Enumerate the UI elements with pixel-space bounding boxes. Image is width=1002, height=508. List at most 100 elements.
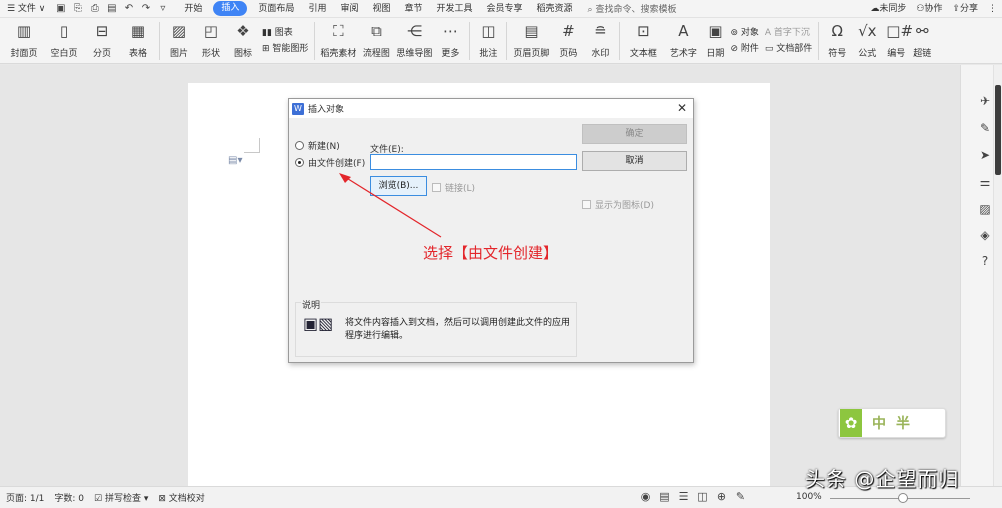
ok-button[interactable]: 确定 (582, 124, 687, 144)
watermark-icon: ≘ (594, 22, 607, 40)
cursor-icon[interactable]: ➤ (977, 147, 993, 163)
numbering-icon: □# (886, 22, 914, 40)
tab-7[interactable]: 开发工具 (430, 0, 480, 18)
save-icon[interactable]: ▣ (52, 3, 69, 14)
formula-button[interactable]: √x 公式 (852, 18, 882, 64)
page-break-button[interactable]: ⊟ 分页 (84, 18, 120, 64)
tab-0[interactable]: 开始 (177, 0, 209, 18)
tab-8[interactable]: 会员专享 (480, 0, 530, 18)
wordart-button[interactable]: A 艺术字 (663, 18, 703, 64)
docpart-icon: ▭ (764, 44, 774, 54)
description-label: 说明 (301, 298, 322, 311)
header-footer-icon: ▤ (524, 22, 539, 40)
tab-6[interactable]: 章节 (397, 0, 429, 18)
blank-page-button[interactable]: ▯ 空白页 (44, 18, 84, 64)
collab-button[interactable]: ⚇协作 (911, 0, 947, 18)
preview-icon[interactable]: ▤ (103, 3, 120, 14)
scrollbar-thumb[interactable] (995, 85, 1001, 175)
docpart-button[interactable]: ▭ 文档部件 (765, 41, 812, 57)
comment-icon: ◫ (481, 22, 496, 40)
shape-button[interactable]: ◰ 形状 (195, 18, 227, 64)
date-button[interactable]: ▣ 日期 (703, 18, 727, 64)
smartart-icon: ⊞ (262, 44, 270, 54)
file-menu[interactable]: ☰ 文件 ∨ (0, 0, 52, 18)
pen-view-icon[interactable]: ✎ (731, 490, 750, 503)
rocket-icon[interactable]: ✈ (977, 93, 993, 109)
comment-button[interactable]: ◫ 批注 (473, 18, 503, 64)
tab-3[interactable]: 引用 (301, 0, 333, 18)
number-button[interactable]: □# 编号 (882, 18, 914, 64)
zoom-slider-knob[interactable] (898, 493, 908, 503)
cover-page-button[interactable]: ▥ 封面页 (4, 18, 44, 64)
page-view-icon[interactable]: ▤ (655, 490, 674, 503)
wps-writer-icon: W (292, 102, 304, 115)
flowchart-button[interactable]: ⧉ 流程图 (358, 18, 394, 64)
tab-5[interactable]: 视图 (365, 0, 397, 18)
read-view-icon[interactable]: ◫ (693, 490, 712, 503)
docer-material-button[interactable]: ⛶ 稻壳素材 (318, 18, 358, 64)
table-button[interactable]: ▦ 表格 (120, 18, 156, 64)
smartart-button[interactable]: ⊞ 智能图形 (262, 41, 308, 57)
tab-1[interactable]: 插入 (213, 1, 248, 16)
word-count[interactable]: 字数: 0 (54, 491, 84, 504)
hyperlink-icon: ⚯ (915, 22, 929, 40)
close-icon[interactable]: ✕ (677, 101, 687, 115)
symbol-button[interactable]: Ω 符号 (822, 18, 852, 64)
customize-icon[interactable]: ▿ (154, 3, 171, 14)
zoom-level[interactable]: 100% (796, 492, 822, 502)
dropcap-icon: A (764, 28, 772, 38)
tab-9[interactable]: 稻壳资源 (530, 0, 580, 18)
pen-icon[interactable]: ✎ (977, 120, 993, 136)
annotation-arrow (339, 173, 442, 238)
tab-4[interactable]: 审阅 (333, 0, 365, 18)
print-icon[interactable]: ⎙ (86, 3, 103, 14)
floating-badge[interactable]: ✿ 中半 (838, 408, 946, 438)
page-number-button[interactable]: # 页码 (552, 18, 584, 64)
more-icon: ⋯ (442, 22, 458, 40)
share-icon: ⇪ (952, 3, 960, 14)
export-icon[interactable]: ⎘ (69, 3, 86, 14)
cancel-button[interactable]: 取消 (582, 151, 687, 171)
divider (314, 22, 316, 60)
undo-icon[interactable]: ↶ (120, 3, 137, 14)
docer-icon: ⛶ (333, 22, 344, 40)
watermark-text: 头条 @企望而归 (805, 467, 960, 491)
dropcap-button[interactable]: A 首字下沉 (765, 25, 812, 41)
share-button[interactable]: ⇪分享 (947, 0, 983, 18)
description-text: 将文件内容插入到文档，然后可以调用创建此文件的应用程序进行编辑。 (345, 318, 571, 341)
textbox-button[interactable]: ⊡ 文本框 (623, 18, 663, 64)
eye-icon[interactable]: ◉ (636, 490, 655, 503)
more-button[interactable]: ⋯ 更多 (434, 18, 466, 64)
image-icon[interactable]: ▨ (977, 201, 993, 217)
sync-button[interactable]: ☁未同步 (865, 0, 911, 18)
more-menu-icon[interactable]: ⋮ (983, 0, 1002, 18)
spell-check[interactable]: ☑ 拼写检查 ▾ (94, 491, 148, 504)
redo-icon[interactable]: ↷ (137, 3, 154, 14)
icon-button[interactable]: ❖ 图标 (227, 18, 259, 64)
outline-view-icon[interactable]: ☰ (674, 490, 693, 503)
paragraph-icon[interactable]: ▤▾ (228, 155, 242, 166)
search-commands[interactable]: ⌕ 查找命令、搜索模板 (580, 2, 685, 15)
proof-icon: ⊠ (158, 494, 166, 504)
radio-new[interactable]: 新建(N) (295, 139, 340, 152)
sliders-icon[interactable]: ⚌ (977, 174, 993, 190)
picture-button[interactable]: ▨ 图片 (163, 18, 195, 64)
tab-2[interactable]: 页面布局 (251, 0, 301, 18)
header-footer-button[interactable]: ▤ 页眉页脚 (510, 18, 552, 64)
show-as-icon-checkbox[interactable]: 显示为图标(D) (582, 198, 654, 211)
doc-proofread[interactable]: ⊠ 文档校对 (158, 491, 204, 504)
mindmap-button[interactable]: ⋲ 思维导图 (394, 18, 434, 64)
chart-button[interactable]: ▮▮ 图表 (262, 25, 308, 41)
help-icon[interactable]: ? (977, 253, 993, 269)
flowchart-icon: ⧉ (371, 22, 382, 40)
embedded-object-icon: ▣▧ (303, 314, 334, 333)
watermark-button[interactable]: ≘ 水印 (584, 18, 616, 64)
radio-circle-selected (295, 158, 304, 167)
vertical-scrollbar[interactable] (993, 65, 1002, 486)
web-view-icon[interactable]: ⊕ (712, 490, 731, 503)
object-button[interactable]: ⊚ 对象 (730, 25, 758, 41)
compass-icon[interactable]: ◈ (977, 227, 993, 243)
page-count[interactable]: 页面: 1/1 (6, 491, 44, 504)
hyperlink-button[interactable]: ⚯ 超链 (910, 18, 934, 64)
attachment-button[interactable]: ⊘ 附件 (730, 41, 758, 57)
